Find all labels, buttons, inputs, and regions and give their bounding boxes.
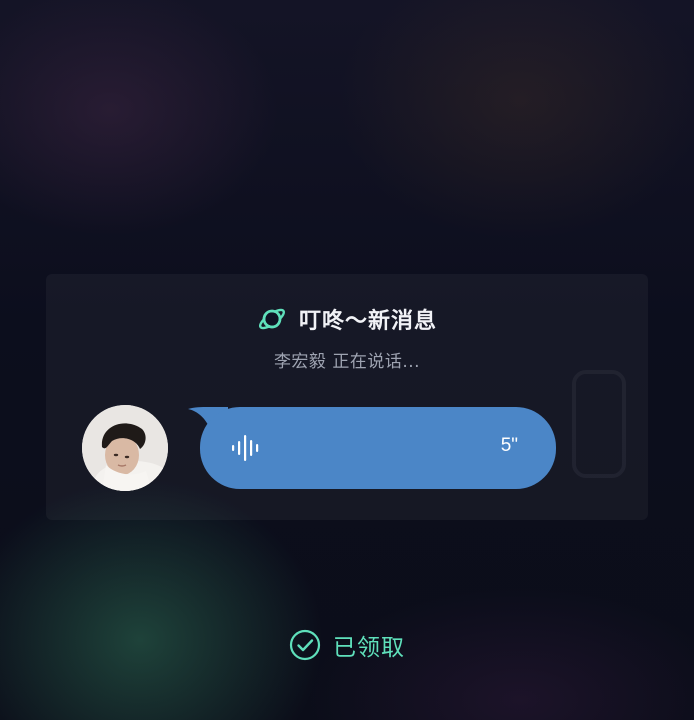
planet-icon [257,304,287,334]
voice-duration: 5" [500,435,518,456]
sound-wave-icon [230,431,264,465]
claimed-status: 已领取 [0,627,694,663]
background-decoration [572,370,626,478]
card-header: 叮咚～新消息 [46,302,648,336]
check-circle-icon [289,629,321,661]
avatar[interactable] [82,405,168,491]
message-card: 叮咚～新消息 李宏毅 正在说话... 5" [46,274,648,520]
voice-message-bubble[interactable]: 5" [188,407,556,489]
claimed-label: 已领取 [333,635,405,661]
speaking-status-text: 李宏毅 正在说话... [273,352,421,372]
card-title: 叮咚～新消息 [298,309,437,334]
